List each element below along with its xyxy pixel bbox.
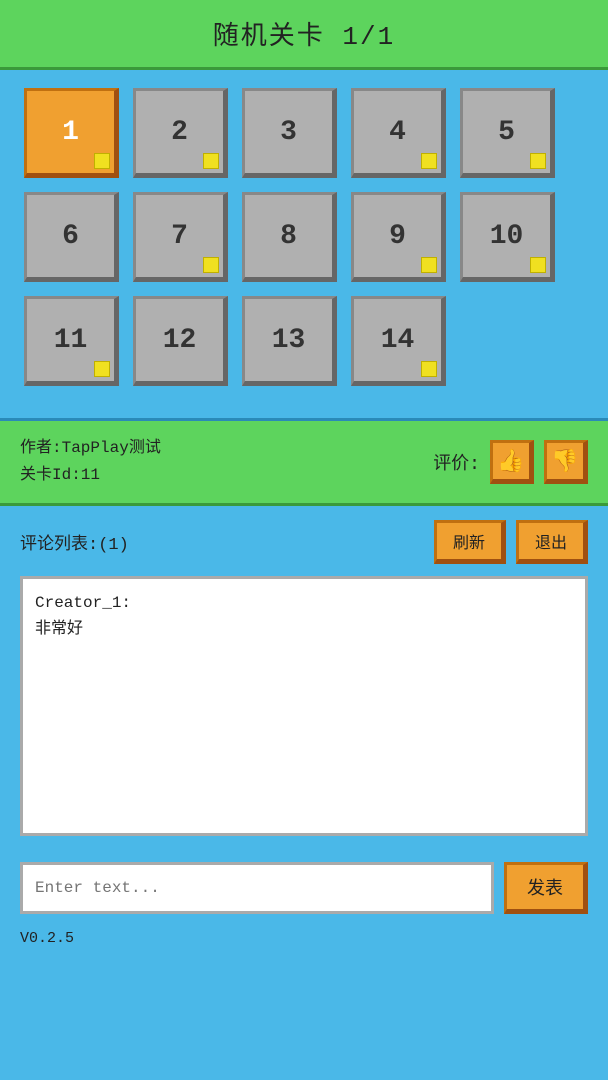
level-button-1[interactable]: 1	[24, 88, 119, 178]
level-id-label: 关卡Id:11	[20, 462, 161, 489]
author-label: 作者:TapPlay测试	[20, 435, 161, 462]
author-info: 作者:TapPlay测试 关卡Id:11	[20, 435, 161, 489]
comment-box: Creator_1: 非常好	[20, 576, 588, 836]
comment-title: 评论列表:(1)	[20, 529, 129, 555]
level-row-1: 12345	[24, 88, 584, 178]
level-button-11[interactable]: 11	[24, 296, 119, 386]
level-button-6[interactable]: 6	[24, 192, 119, 282]
version-label: V0.2.5	[0, 926, 608, 951]
level-button-7[interactable]: 7	[133, 192, 228, 282]
level-badge-2	[203, 153, 219, 169]
level-badge-4	[421, 153, 437, 169]
level-button-14[interactable]: 14	[351, 296, 446, 386]
comment-actions: 刷新 退出	[434, 520, 588, 564]
level-button-9[interactable]: 9	[351, 192, 446, 282]
submit-button[interactable]: 发表	[504, 862, 588, 914]
level-button-8[interactable]: 8	[242, 192, 337, 282]
header: 随机关卡 1/1	[0, 0, 608, 70]
thumbs-down-button[interactable]: 👎	[544, 440, 588, 484]
page-title: 随机关卡 1/1	[213, 15, 395, 52]
level-badge-9	[421, 257, 437, 273]
level-badge-5	[530, 153, 546, 169]
level-row-2: 678910	[24, 192, 584, 282]
level-button-3[interactable]: 3	[242, 88, 337, 178]
rating-area: 评价: 👍 👎	[433, 440, 588, 484]
level-grid-area: 12345 678910 11121314	[0, 70, 608, 421]
level-button-2[interactable]: 2	[133, 88, 228, 178]
info-area: 作者:TapPlay测试 关卡Id:11 评价: 👍 👎	[0, 421, 608, 506]
level-button-13[interactable]: 13	[242, 296, 337, 386]
level-button-4[interactable]: 4	[351, 88, 446, 178]
thumbs-up-button[interactable]: 👍	[490, 440, 534, 484]
comment-section: 评论列表:(1) 刷新 退出 Creator_1: 非常好	[0, 506, 608, 850]
refresh-button[interactable]: 刷新	[434, 520, 506, 564]
level-badge-11	[94, 361, 110, 377]
level-button-12[interactable]: 12	[133, 296, 228, 386]
input-row: 发表	[0, 850, 608, 926]
level-badge-1	[94, 153, 110, 169]
level-badge-14	[421, 361, 437, 377]
level-button-10[interactable]: 10	[460, 192, 555, 282]
level-row-3: 11121314	[24, 296, 584, 386]
comment-header: 评论列表:(1) 刷新 退出	[20, 520, 588, 564]
level-badge-10	[530, 257, 546, 273]
exit-button[interactable]: 退出	[516, 520, 588, 564]
level-badge-7	[203, 257, 219, 273]
level-button-5[interactable]: 5	[460, 88, 555, 178]
rating-label: 评价:	[433, 449, 480, 475]
text-input[interactable]	[20, 862, 494, 914]
